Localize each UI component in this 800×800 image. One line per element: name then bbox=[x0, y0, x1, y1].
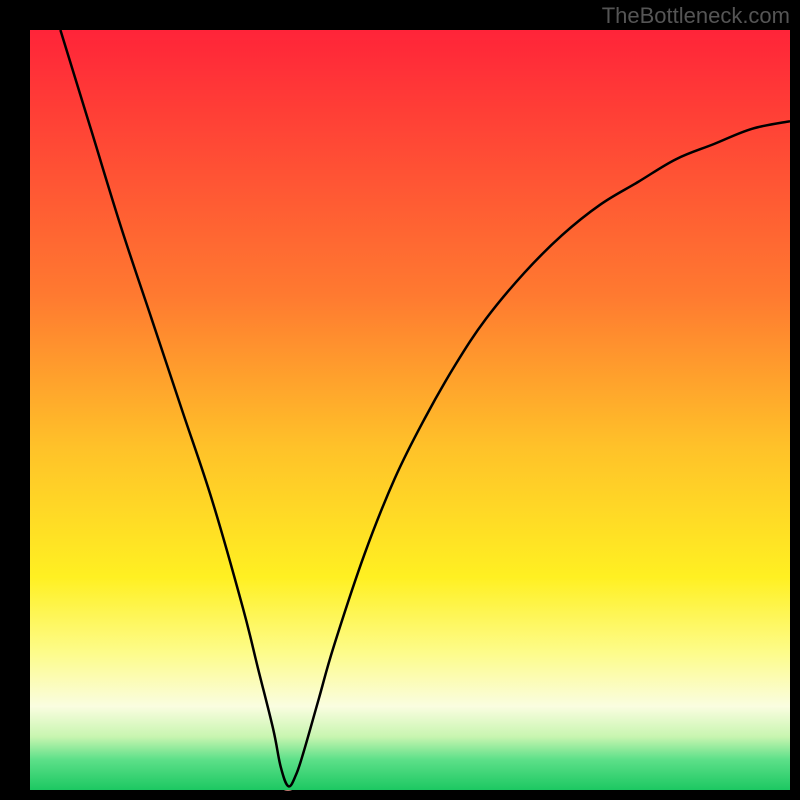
gradient-background bbox=[30, 30, 790, 790]
chart-svg bbox=[30, 30, 790, 790]
plot-area bbox=[30, 30, 790, 790]
watermark-text: TheBottleneck.com bbox=[602, 3, 790, 29]
